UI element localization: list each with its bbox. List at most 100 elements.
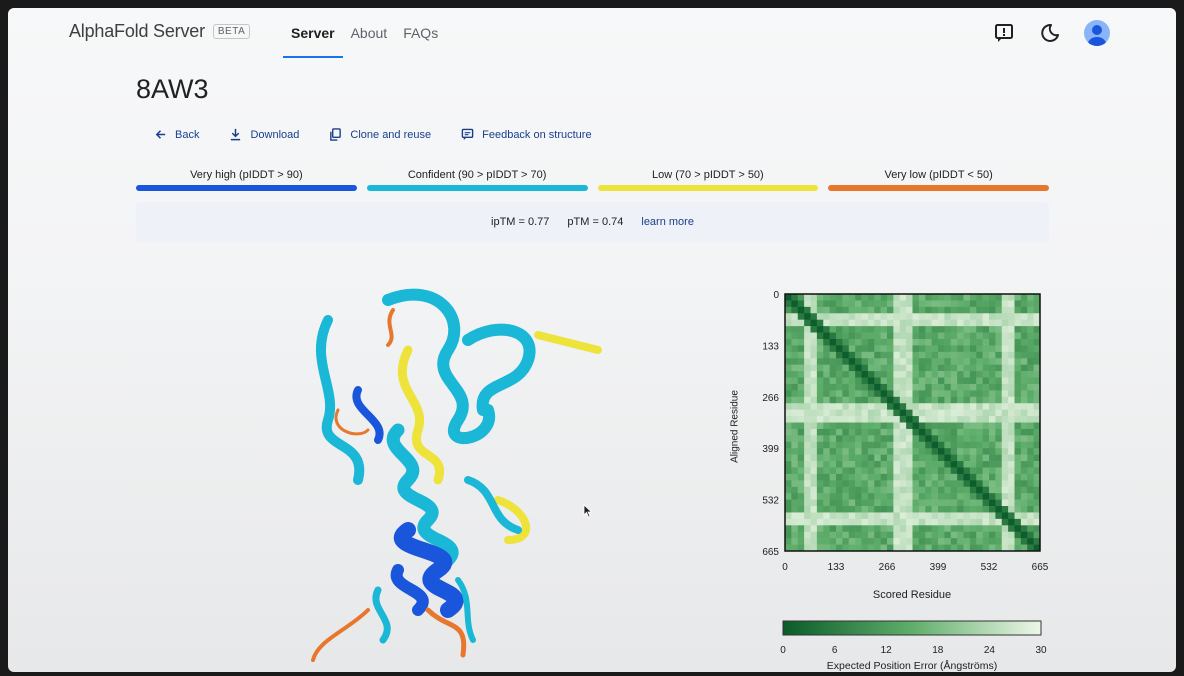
heatmap-cell <box>899 518 907 526</box>
heatmap-cell <box>950 351 958 359</box>
heatmap-cell <box>1001 300 1009 308</box>
heatmap-cell <box>906 493 913 500</box>
heatmap-cell <box>836 499 843 507</box>
heatmap-cell <box>893 531 901 539</box>
heatmap-cell <box>887 390 894 398</box>
heatmap-cell <box>995 454 1003 462</box>
structure-viewer[interactable] <box>298 280 618 670</box>
heatmap-cell <box>855 486 862 494</box>
heatmap-cell <box>829 306 837 314</box>
heatmap-cell <box>925 454 932 462</box>
heatmap-cell <box>899 319 907 327</box>
tab-about[interactable]: About <box>343 8 396 58</box>
heatmap-cell <box>842 435 850 443</box>
heatmap-cell <box>797 531 805 539</box>
heatmap-cell <box>848 306 856 314</box>
heatmap-cell <box>1027 538 1034 545</box>
heatmap-cell <box>918 294 926 301</box>
heatmap-cell <box>995 364 1003 372</box>
tab-faqs[interactable]: FAQs <box>395 8 446 58</box>
heatmap-cell <box>969 428 977 436</box>
heatmap-cell <box>810 377 818 385</box>
heatmap-cell <box>899 538 907 545</box>
feedback-structure-label: Feedback on structure <box>482 128 592 141</box>
heatmap-cell <box>829 512 837 520</box>
heatmap-cell <box>982 525 990 533</box>
heatmap-cell <box>867 473 875 481</box>
heatmap-cell <box>816 409 824 417</box>
feedback-icon[interactable] <box>992 21 1016 45</box>
brand[interactable]: AlphaFold Server BETA <box>69 21 251 42</box>
iptm-value: ipTM = 0.77 <box>491 216 550 228</box>
heatmap-cell <box>918 428 926 436</box>
heatmap-cell <box>938 448 945 455</box>
heatmap-cell <box>899 454 907 462</box>
action-bar: Back Download Clone and reuse Feedback o… <box>154 128 592 141</box>
heatmap-cell <box>995 371 1003 378</box>
heatmap-cell <box>957 441 964 449</box>
heatmap-cell <box>995 300 1003 308</box>
heatmap-cell <box>867 461 875 468</box>
heatmap-cell <box>797 332 805 340</box>
account-avatar-icon[interactable] <box>1084 20 1110 46</box>
heatmap-cell <box>823 326 830 333</box>
heatmap-cell <box>1001 493 1009 500</box>
heatmap-cell <box>925 377 932 385</box>
heatmap-cell <box>982 326 990 333</box>
heatmap-cell <box>785 383 792 391</box>
heatmap-cell <box>823 428 830 436</box>
heatmap-cell <box>995 441 1003 449</box>
heatmap-cell <box>931 371 939 378</box>
heatmap-cell <box>855 499 862 507</box>
heatmap-cell <box>944 326 952 333</box>
heatmap-cell <box>810 435 818 443</box>
heatmap-cell <box>836 416 843 423</box>
heatmap-cell <box>797 525 805 533</box>
heatmap-cell <box>855 473 862 481</box>
heatmap-cell <box>829 538 837 545</box>
colorbar-tick-label: 12 <box>881 645 893 656</box>
heatmap-cell <box>918 345 926 353</box>
heatmap-cell <box>989 448 996 455</box>
heatmap-cell <box>810 486 818 494</box>
heatmap-cell <box>874 371 881 378</box>
heatmap-cell <box>963 371 971 378</box>
heatmap-cell <box>950 313 958 320</box>
heatmap-cell <box>823 300 830 308</box>
heatmap-cell <box>938 486 945 494</box>
heatmap-cell <box>1001 377 1009 385</box>
back-button[interactable]: Back <box>154 128 199 141</box>
heatmap-cell <box>1008 300 1015 308</box>
feedback-structure-button[interactable]: Feedback on structure <box>461 128 592 141</box>
dark-mode-icon[interactable] <box>1038 21 1062 45</box>
heatmap-cell <box>925 409 932 417</box>
heatmap-cell <box>785 390 792 398</box>
heatmap-cell <box>1014 473 1022 481</box>
heatmap-cell <box>1020 306 1028 314</box>
download-button[interactable]: Download <box>229 128 299 141</box>
heatmap-cell <box>829 467 837 475</box>
heatmap-cell <box>944 506 952 513</box>
heatmap-cell <box>944 409 952 417</box>
heatmap-cell <box>804 512 811 520</box>
heatmap-cell <box>893 338 901 346</box>
tab-server[interactable]: Server <box>283 8 343 58</box>
heatmap-cell <box>950 493 958 500</box>
heatmap-cell <box>995 525 1003 533</box>
heatmap-cell <box>842 422 850 430</box>
heatmap-cell <box>1014 506 1022 513</box>
pae-heatmap-svg[interactable]: 0133266399532665 0 133 266 399 532 665 Scored… <box>726 286 1056 672</box>
heatmap-cell <box>925 538 932 545</box>
heatmap-cell <box>880 531 888 539</box>
heatmap-cell <box>887 493 894 500</box>
heatmap-cell <box>867 435 875 443</box>
heatmap-cell <box>982 538 990 545</box>
heatmap-cell <box>989 351 996 359</box>
clone-button[interactable]: Clone and reuse <box>329 128 431 141</box>
heatmap-cell <box>893 448 901 455</box>
heatmap-cell <box>1001 525 1009 533</box>
heatmap-cell <box>963 531 971 539</box>
heatmap-cell <box>887 499 894 507</box>
heatmap-cell <box>785 512 792 520</box>
learn-more-link[interactable]: learn more <box>641 216 694 228</box>
